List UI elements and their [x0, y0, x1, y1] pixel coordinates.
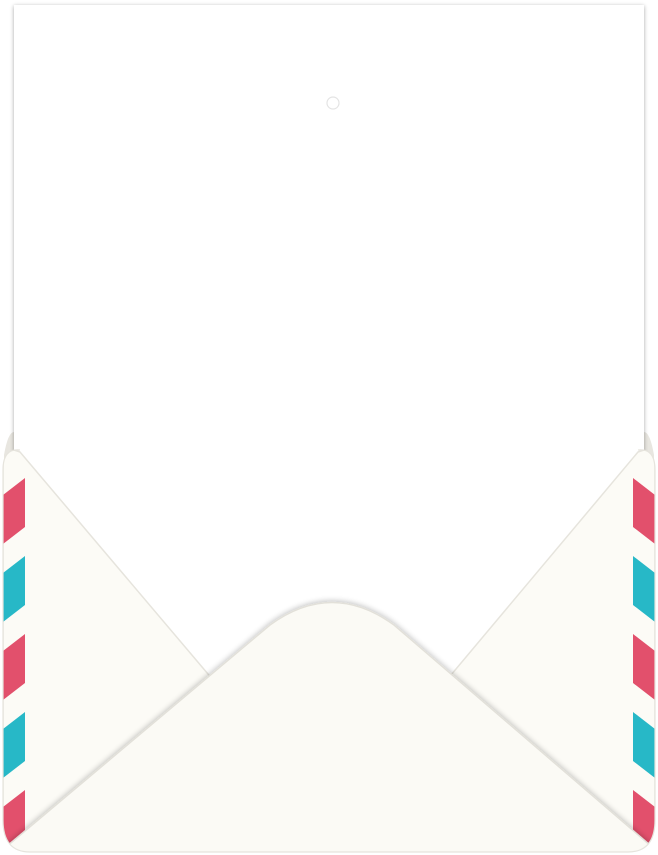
circle-ornament-icon: [326, 96, 340, 110]
envelope-letter-scene: [0, 0, 658, 855]
envelope-illustration: [2, 5, 656, 853]
